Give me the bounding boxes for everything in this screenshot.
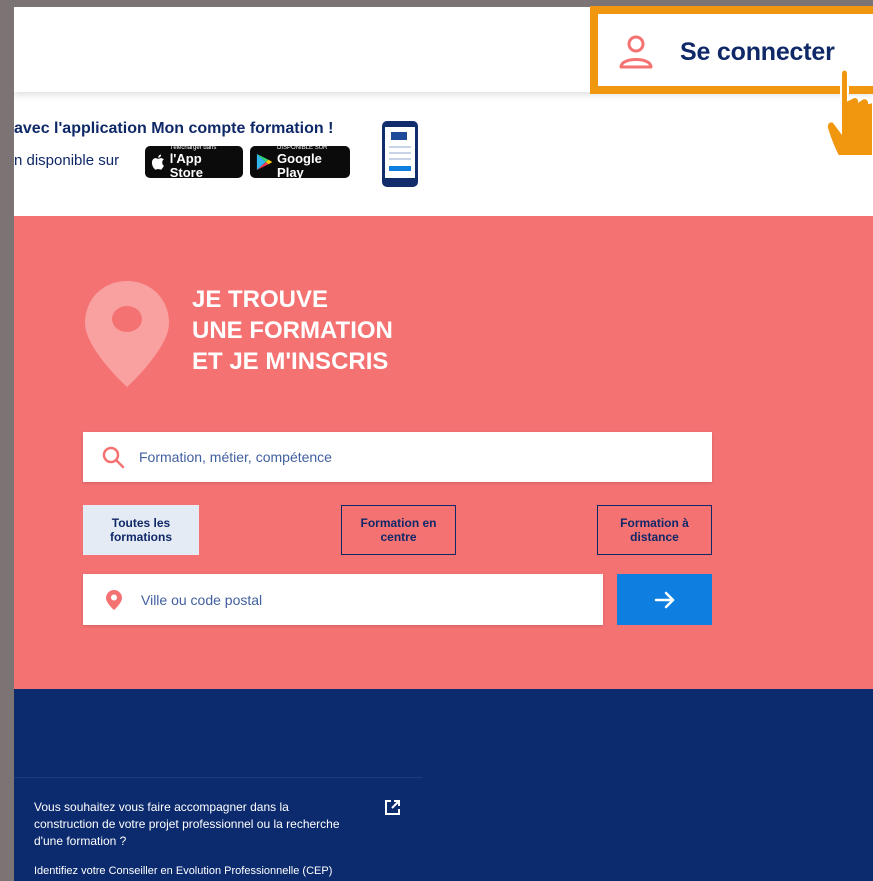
apple-icon	[151, 154, 164, 170]
location-pin-icon	[106, 589, 122, 610]
cep-link[interactable]: Identifiez votre Conseiller en Evolution…	[34, 865, 332, 877]
window-frame-left	[0, 0, 14, 881]
section-divider	[14, 777, 422, 778]
google-play-icon	[256, 153, 272, 171]
google-play-button[interactable]: DISPONIBLE SUR Google Play	[250, 145, 350, 180]
search-icon	[102, 446, 125, 469]
search-submit-button[interactable]	[617, 574, 712, 625]
city-search-field[interactable]	[83, 574, 603, 625]
filter-all-label: Toutes les formations	[109, 516, 172, 544]
hero-title-line-1: JE TROUVE	[192, 286, 329, 313]
app-store-button[interactable]: Télécharger dans l'App Store	[145, 145, 243, 180]
arrow-right-icon	[654, 591, 674, 608]
login-button[interactable]: Se connecter	[616, 32, 835, 72]
user-icon	[619, 35, 653, 69]
search-hero: JE TROUVE UNE FORMATION ET JE M'INSCRIS …	[14, 216, 873, 689]
promo-available-text: n disponible sur	[14, 152, 120, 169]
page-frame: Se connecter avec l'application Mon comp…	[0, 0, 873, 881]
filter-all-formations[interactable]: Toutes les formations	[83, 505, 199, 555]
hero-title-line-3: ET JE M'INSCRIS	[192, 348, 389, 375]
hero-title: JE TROUVE UNE FORMATION ET JE M'INSCRIS	[192, 284, 393, 377]
app-promo-banner: avec l'application Mon compte formation …	[14, 92, 873, 216]
city-input[interactable]	[141, 591, 561, 608]
filter-distance-label: Formation à distance	[620, 516, 689, 544]
promo-headline: avec l'application Mon compte formation …	[14, 120, 334, 137]
hero-title-line-2: UNE FORMATION	[192, 317, 393, 344]
pointer-hand-icon	[826, 68, 873, 156]
login-label: Se connecter	[680, 37, 835, 66]
formation-search-input[interactable]	[139, 449, 679, 465]
cep-description: Vous souhaitez vous faire accompagner da…	[34, 800, 340, 848]
cep-section: Vous souhaitez vous faire accompagner da…	[14, 689, 873, 881]
filter-centre-label: Formation en centre	[360, 516, 437, 544]
app-store-label: l'App Store	[169, 150, 203, 180]
location-pin-icon	[85, 281, 169, 387]
filter-formation-centre[interactable]: Formation en centre	[341, 505, 456, 555]
external-link-icon[interactable]	[384, 799, 401, 816]
google-play-label: Google Play	[277, 150, 322, 180]
phone-app-image	[382, 121, 418, 187]
filter-formation-distance[interactable]: Formation à distance	[597, 505, 712, 555]
formation-search-field[interactable]	[83, 432, 712, 482]
